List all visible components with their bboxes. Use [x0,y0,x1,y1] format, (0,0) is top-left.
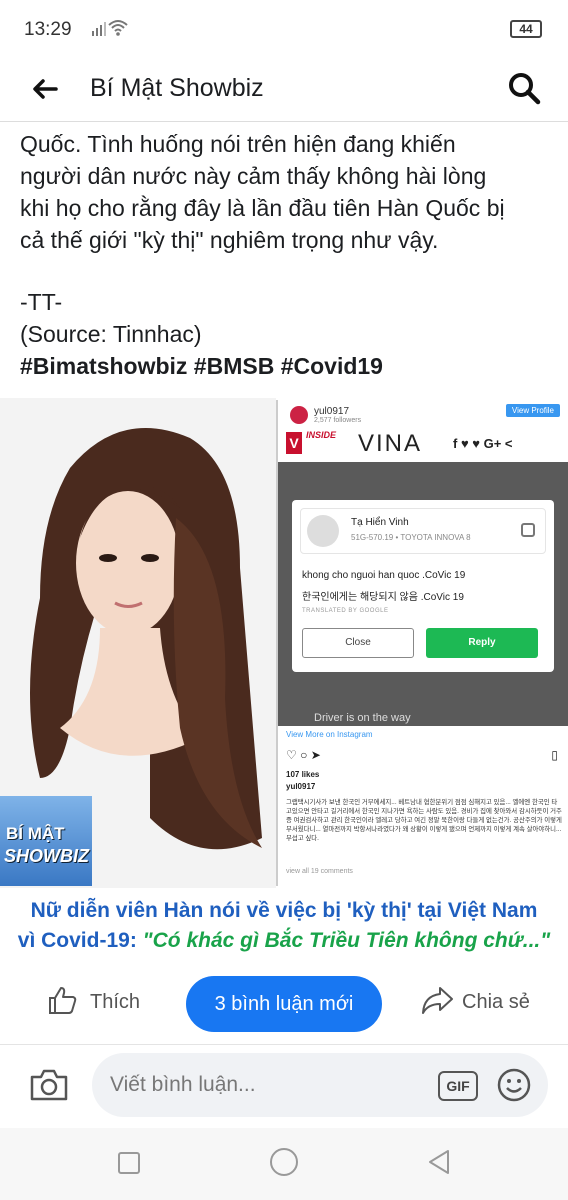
comment-placeholder: Viết bình luận... [110,1073,256,1096]
app-header: Bí Mật Showbiz [0,60,568,122]
post-source: (Source: Tinnhac) [20,321,202,347]
inside-vina-banner: V INSIDE VINA f ♥ ♥ G+ < [278,428,568,460]
banner-social-icons: f ♥ ♥ G+ < [453,436,513,451]
recent-apps-icon[interactable] [118,1152,140,1174]
post-line: Quốc. Tình huống nói trên hiện đang khiế… [20,131,456,157]
post-hashtags[interactable]: #Bimatshowbiz #BMSB #Covid19 [20,350,560,382]
status-time: 13:29 [24,19,72,40]
heart-icon: ♡ [286,748,297,762]
driver-message: khong cho nguoi han quoc .CoVic 19 [302,570,466,581]
caption-line2-prefix: vì Covid-19: [17,929,143,952]
comment-input[interactable]: Viết bình luận... GIF [92,1053,548,1117]
caption-line2: vì Covid-19: "Có khác gì Bắc Triều Tiên … [0,926,568,956]
image-caption: Nữ diễn viên Hàn nói về việc bị 'kỳ thị'… [0,896,568,956]
dialog-close-button: Close [302,628,414,658]
driver-card: Tạ Hiển Vinh 51G-570.19 • TOYOTA INNOVA … [300,508,546,554]
post-line: người dân nước này cảm thấy không hài lò… [20,163,487,189]
send-icon: ➤ [310,748,321,762]
gif-button[interactable]: GIF [438,1071,478,1101]
view-more-instagram: View More on Instagram [286,730,373,739]
instagram-screenshot: yul0917 2,577 followers View Profile V I… [276,400,568,886]
bimat-showbiz-logo: BÍ MẬT SHOWBIZ [0,796,92,886]
like-label: Thích [90,991,141,1013]
insta-likes: 107 likes [286,770,320,779]
comment-bar: Viết bình luận... GIF [0,1044,568,1128]
driver-name: Tạ Hiển Vinh [351,517,409,528]
home-icon[interactable] [270,1148,298,1176]
dialog-reply-button: Reply [426,628,538,658]
caption-quote: "Có khác gì Bắc Triều Tiên không chứ..." [142,929,551,952]
translated-label: TRANSLATED BY GOOGLE [302,608,389,614]
status-bar: 13:29 44 [0,0,568,60]
nav-back-icon[interactable] [426,1148,452,1176]
post-signature: -TT- [20,289,63,315]
insta-caption-text: 그랩택시기사가 보낸 한국인 거부에세지... 베트남내 협한분위기 점점 심해… [286,799,562,842]
thumbs-up-icon [49,987,77,1014]
camera-icon[interactable] [28,1065,70,1105]
view-profile-button: View Profile [505,404,560,417]
bookmark-icon: ▯ [551,748,558,762]
back-arrow-icon[interactable] [30,74,60,104]
system-nav-bar [0,1128,568,1200]
driver-message-translated: 한국인에게는 해당되지 않음 .CoVic 19 [302,592,464,603]
new-comments-button[interactable]: 3 bình luận mới [186,976,382,1032]
share-arrow-icon [422,987,453,1014]
emoji-icon[interactable] [496,1067,532,1103]
driver-avatar [307,515,339,547]
post-body: Quốc. Tình huống nói trên hiện đang khiế… [20,128,560,382]
vina-logo: V [286,432,302,454]
comment-icon: ○ [300,748,308,762]
post-line: cả thế giới "kỳ thị" nghiêm trọng như vậ… [20,227,439,253]
post-line: khi họ cho rằng đây là lần đầu tiên Hàn … [20,195,505,221]
insta-action-icons: ♡ ○ ➤ ▯ [286,748,562,764]
battery-icon: 44 [510,20,542,38]
avatar [290,406,308,424]
signal-icon [92,22,106,36]
post-actions: Thích 3 bình luận mới Chia sẻ [0,970,568,1036]
insta-username: yul0917 [314,406,350,417]
page-title: Bí Mật Showbiz [90,74,264,102]
insta-followers: 2,577 followers [314,417,362,424]
driver-message-dialog: Tạ Hiển Vinh 51G-570.19 • TOYOTA INNOVA … [292,500,554,672]
wifi-icon [108,20,128,36]
share-label: Chia sẻ [462,991,530,1013]
logo-line2: SHOWBIZ [4,846,89,866]
banner-inside: INSIDE [306,430,337,440]
driver-vehicle: 51G-570.19 • TOYOTA INNOVA 8 [351,533,471,542]
phone-icon [521,523,535,537]
post-image[interactable]: BÍ MẬT SHOWBIZ yul0917 2,577 followers V… [0,398,568,888]
logo-line1: BÍ MẬT [6,824,65,843]
banner-vina: VINA [358,430,423,457]
caption-line1: Nữ diễn viên Hàn nói về việc bị 'kỳ thị'… [30,899,538,922]
search-icon[interactable] [506,70,542,106]
insta-caption-user: yul0917 [286,782,316,791]
view-all-comments: view all 19 comments [286,868,353,875]
driver-status: Driver is on the way [314,712,411,724]
